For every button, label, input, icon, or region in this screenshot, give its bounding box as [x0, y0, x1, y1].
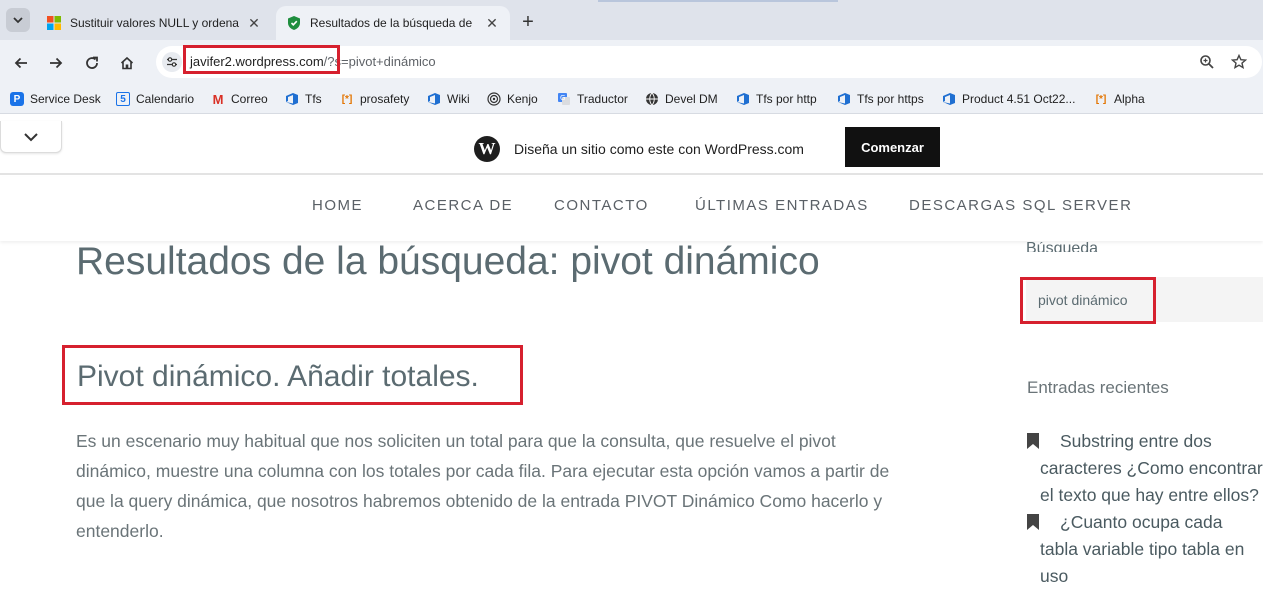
- azure-devops-icon: [286, 93, 298, 105]
- recent-posts-list: Substring entre dos caracteres ¿Como enc…: [1026, 428, 1263, 590]
- translate-icon: G: [558, 93, 570, 105]
- bookmark-label: Tfs: [305, 92, 322, 106]
- sidebar-search-heading: Búsqueda: [1026, 242, 1099, 252]
- nav-descargas-sql-server[interactable]: DESCARGAS SQL SERVER: [909, 197, 1132, 214]
- post-title-highlight-box: [62, 345, 523, 405]
- bookmark-label: Correo: [231, 92, 268, 106]
- azure-devops-icon: [943, 93, 955, 105]
- bookmark-label: Kenjo: [507, 92, 538, 106]
- home-icon: [120, 56, 134, 70]
- bookmark-label: Product 4.51 Oct22...: [962, 92, 1076, 106]
- bookmark-wiki[interactable]: Wiki: [427, 92, 470, 106]
- reload-icon: [86, 56, 98, 69]
- tab-search-button[interactable]: [6, 8, 30, 32]
- azure-devops-icon: [737, 93, 749, 105]
- wordpress-banner: W Diseña un sitio como este con WordPres…: [0, 121, 1263, 175]
- star-icon: [1231, 54, 1247, 70]
- banner-text: Diseña un sitio como este con WordPress.…: [514, 141, 804, 157]
- bookmark-correo[interactable]: M Correo: [211, 91, 268, 107]
- nav-ultimas-entradas[interactable]: ÚLTIMAS ENTRADAS: [695, 197, 869, 214]
- bookmark-alpha[interactable]: [*] Alpha: [1094, 92, 1145, 106]
- bookmark-label: Tfs por https: [857, 92, 924, 106]
- chevron-down-icon: [13, 17, 23, 24]
- bookmark-tfs-http[interactable]: Tfs por http: [736, 92, 817, 106]
- tab-resultados[interactable]: Resultados de la búsqueda de ✕: [276, 6, 510, 40]
- chevron-down-icon: [24, 132, 38, 141]
- bookmark-label: Wiki: [447, 92, 470, 106]
- recent-post-item[interactable]: ¿Cuanto ocupa cada tabla variable tipo t…: [1026, 509, 1263, 590]
- bookmark-tfs[interactable]: Tfs: [285, 92, 322, 106]
- bookmark-icon: [1027, 514, 1039, 530]
- bookmark-label: Devel DM: [665, 92, 718, 106]
- tab-title: Resultados de la búsqueda de: [310, 16, 473, 30]
- arrow-left-icon: [14, 57, 27, 69]
- tune-icon: [167, 57, 177, 67]
- bookmark-kenjo[interactable]: Kenjo: [487, 92, 538, 106]
- pipe-icon: P: [10, 92, 24, 106]
- gmail-icon: M: [212, 91, 224, 107]
- reload-button[interactable]: [79, 50, 105, 76]
- url-path: /?s=pivot+dinámico: [323, 54, 436, 69]
- recent-posts-heading: Entradas recientes: [1027, 378, 1169, 397]
- site-info-button[interactable]: [162, 52, 182, 72]
- bookmark-devel-dm[interactable]: Devel DM: [645, 92, 718, 106]
- calendar-icon: 5: [116, 92, 130, 106]
- wordpress-logo-icon: W: [474, 136, 500, 162]
- tab-title: Sustituir valores NULL y ordena: [70, 16, 239, 30]
- bracket-star-icon: [*]: [341, 93, 353, 105]
- svg-text:G: G: [560, 94, 565, 102]
- bookmark-label: prosafety: [360, 92, 410, 106]
- tab-strip-accent: [598, 0, 838, 2]
- bookmark-prosafety[interactable]: [*] prosafety: [340, 92, 410, 106]
- bookmark-tfs-https[interactable]: Tfs por https: [837, 92, 924, 106]
- zoom-button[interactable]: [1198, 53, 1216, 71]
- forward-button[interactable]: [43, 50, 69, 76]
- zoom-icon: [1200, 55, 1214, 69]
- home-button[interactable]: [114, 50, 140, 76]
- bracket-star-icon: [*]: [1095, 93, 1107, 105]
- tab-strip: Sustituir valores NULL y ordena ✕ Result…: [0, 0, 1263, 40]
- nav-contacto[interactable]: CONTACTO: [554, 197, 649, 214]
- bookmark-service-desk[interactable]: P Service Desk: [10, 92, 101, 106]
- recent-post-item[interactable]: Substring entre dos caracteres ¿Como enc…: [1026, 428, 1263, 509]
- azure-devops-icon: [428, 93, 440, 105]
- comenzar-button[interactable]: Comenzar: [845, 127, 940, 167]
- url-highlight-box: [183, 45, 340, 74]
- bookmark-star-button[interactable]: [1230, 53, 1248, 71]
- bookmark-label: Service Desk: [30, 92, 101, 106]
- globe-icon: [646, 92, 658, 106]
- arrow-right-icon: [50, 57, 63, 69]
- recent-post-link[interactable]: ¿Cuanto ocupa cada tabla variable tipo t…: [1040, 512, 1244, 586]
- recent-post-link[interactable]: Substring entre dos caracteres ¿Como enc…: [1040, 431, 1263, 505]
- new-tab-button[interactable]: +: [516, 10, 540, 34]
- close-icon[interactable]: ✕: [484, 15, 500, 31]
- close-icon[interactable]: ✕: [246, 15, 262, 31]
- bookmark-label: Alpha: [1114, 92, 1145, 106]
- shield-icon: [288, 16, 300, 30]
- back-button[interactable]: [8, 50, 34, 76]
- bookmarks-bar: P Service Desk 5 Calendario M Correo Tfs…: [0, 86, 1263, 114]
- search-highlight-box: [1020, 277, 1156, 324]
- fingerprint-icon: [487, 92, 501, 106]
- bookmark-product[interactable]: Product 4.51 Oct22...: [942, 92, 1075, 106]
- nav-acerca-de[interactable]: ACERCA DE: [413, 197, 513, 214]
- post-excerpt: Es un escenario muy habitual que nos sol…: [76, 431, 890, 541]
- windows-logo-icon: [47, 16, 61, 30]
- nav-home[interactable]: HOME: [312, 197, 363, 214]
- azure-devops-icon: [838, 93, 850, 105]
- site-navigation: HOME ACERCA DE CONTACTO ÚLTIMAS ENTRADAS…: [0, 177, 1263, 241]
- bookmark-label: Calendario: [136, 92, 195, 106]
- bookmark-traductor[interactable]: G Traductor: [557, 92, 628, 106]
- bookmark-calendario[interactable]: 5 Calendario: [116, 92, 194, 106]
- bookmark-label: Traductor: [577, 92, 628, 106]
- bookmark-icon: [1027, 433, 1039, 449]
- bookmark-label: Tfs por http: [756, 92, 817, 106]
- collapse-banner-button[interactable]: [0, 121, 62, 153]
- tab-sustituir[interactable]: Sustituir valores NULL y ordena ✕: [36, 6, 272, 40]
- page-title: Resultados de la búsqueda: pivot dinámic…: [76, 240, 820, 283]
